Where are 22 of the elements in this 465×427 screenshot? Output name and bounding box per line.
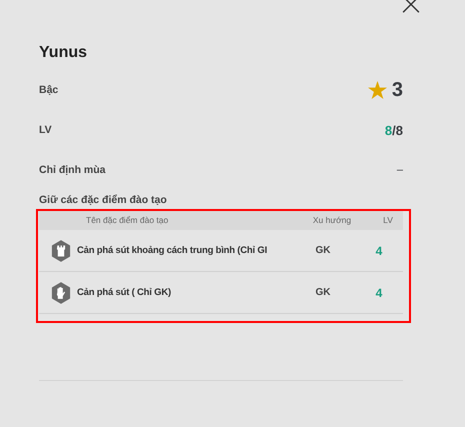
current-level: 8 (384, 122, 392, 138)
stat-value: – (396, 164, 403, 176)
grade-value: 3 (392, 78, 403, 102)
stat-label: Bậc (39, 84, 58, 96)
tower-icon (51, 240, 71, 262)
trait-position: GK (314, 287, 332, 298)
player-name: Yunus (39, 44, 88, 63)
section-heading: Giữ các đặc điểm đào tạo (39, 193, 168, 208)
stat-label: LV (39, 124, 52, 136)
close-icon[interactable] (402, 0, 420, 14)
trait-level: 4 (374, 286, 384, 300)
glove-icon (51, 282, 71, 304)
trait-name: Cản phá sút ( Chỉ GK) (77, 287, 172, 298)
column-header: LV (382, 215, 394, 225)
stat-label: Chỉ định mùa (39, 164, 106, 176)
trait-name: Cản phá sút khoảng cách trung bình (Chỉ GI (77, 245, 268, 256)
trait-level: 4 (374, 244, 384, 258)
max-level: /8 (392, 122, 403, 138)
trait-position: GK (314, 245, 332, 256)
column-header: Tên đặc điểm đào tạo (86, 215, 170, 225)
column-header: Xu hướng (312, 215, 352, 225)
star-icon (368, 81, 387, 99)
